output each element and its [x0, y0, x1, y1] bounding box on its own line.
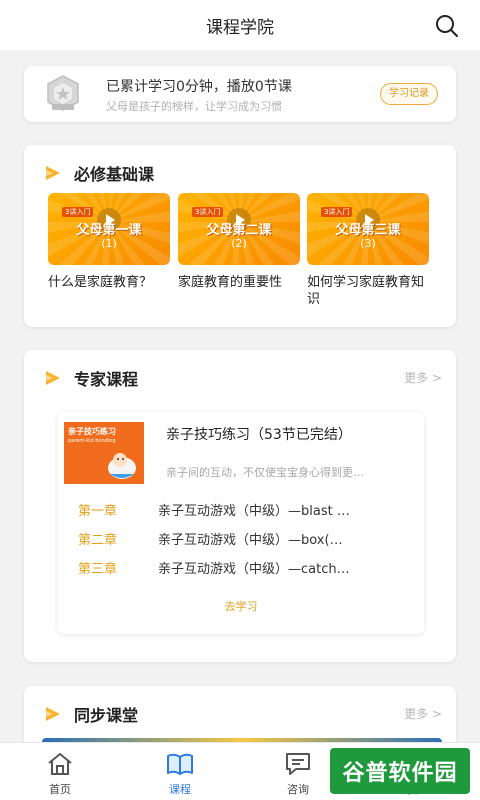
course-title: 亲子技巧练习（53节已完结） — [166, 427, 352, 443]
tab-home[interactable]: 首页 — [20, 751, 100, 797]
tab-label: 课程 — [169, 783, 191, 796]
course-thumbnail-2[interactable]: 3讲入门 父母第二课 (2) — [178, 193, 300, 265]
cover-title: 亲子技巧练习 — [68, 427, 116, 436]
book-icon — [167, 753, 193, 775]
expert-courses-section: 专家课程 更多 > 亲子技巧练习 parent-kid bonding 亲子技巧… — [24, 350, 456, 662]
course-description: 亲子间的互动，不仅使宝宝身心得到更… — [166, 466, 364, 479]
section-title: 专家课程 — [74, 370, 139, 389]
play-bookmark-icon — [46, 166, 60, 180]
medal-icon — [47, 75, 79, 111]
course-thumbnail-3[interactable]: 3讲入门 父母第三课 (3) — [307, 193, 429, 265]
study-motto: 父母是孩子的榜样，让学习成为习惯 — [106, 100, 282, 113]
tab-label: 首页 — [49, 783, 71, 796]
study-summary: 已累计学习0分钟，播放0节课 — [106, 79, 292, 95]
cover-number: (1) — [101, 237, 117, 250]
cover-subtitle: parent-kid bonding — [68, 438, 116, 444]
tab-consult[interactable]: 咨询 — [258, 751, 338, 797]
course-label-3[interactable]: 如何学习家庭教育知识 — [307, 274, 429, 308]
search-icon[interactable] — [434, 13, 460, 39]
study-stats-card: 已累计学习0分钟，播放0节课 父母是孩子的榜样，让学习成为习惯 学习记录 — [24, 66, 456, 122]
tab-courses[interactable]: 课程 — [140, 751, 220, 797]
more-link[interactable]: 更多 > — [404, 369, 442, 386]
section-header: 同步课堂 — [44, 702, 138, 726]
course-label-2[interactable]: 家庭教育的重要性 — [178, 274, 300, 291]
baby-illustration-icon — [108, 453, 136, 479]
course-tag: 3讲入门 — [62, 207, 94, 217]
basic-courses-section: 必修基础课 3讲入门 父母第一课 (1) 什么是家庭教育？ 3讲入门 父母第二课… — [24, 145, 456, 327]
cover-title: 父母第二课 — [206, 223, 272, 238]
study-record-button[interactable]: 学习记录 — [380, 83, 438, 105]
cover-title: 父母第三课 — [335, 223, 401, 238]
go-study-button[interactable]: 去学习 — [58, 598, 424, 614]
chat-icon — [286, 753, 310, 775]
section-title: 同步课堂 — [74, 706, 139, 725]
cover-number: (3) — [360, 237, 376, 250]
more-link[interactable]: 更多 > — [404, 705, 442, 722]
chapter-title: 亲子互动游戏（中级）—blast … — [158, 504, 350, 519]
chapter-number: 第二章 — [78, 533, 118, 548]
expert-course-card[interactable]: 亲子技巧练习 parent-kid bonding 亲子技巧练习（53节已完结）… — [58, 412, 424, 634]
play-bookmark-icon — [46, 707, 60, 721]
course-tag: 3讲入门 — [192, 207, 224, 217]
course-label-1[interactable]: 什么是家庭教育？ — [48, 274, 170, 291]
section-title: 必修基础课 — [74, 165, 155, 184]
cover-title: 父母第一课 — [76, 223, 142, 238]
tab-label: 咨询 — [287, 783, 309, 796]
page-title: 课程学院 — [206, 17, 274, 38]
course-thumbnail-1[interactable]: 3讲入门 父母第一课 (1) — [48, 193, 170, 265]
chapter-title: 亲子互动游戏（中级）—box(… — [158, 533, 343, 548]
chapter-number: 第三章 — [78, 562, 118, 577]
chapter-number: 第一章 — [78, 504, 118, 519]
watermark-logo: 谷普软件园 — [330, 748, 470, 794]
course-tag: 3讲入门 — [321, 207, 353, 217]
home-icon — [48, 753, 72, 775]
section-header: 专家课程 — [44, 366, 138, 390]
section-header: 必修基础课 — [44, 161, 154, 185]
chapter-title: 亲子互动游戏（中级）—catch… — [158, 562, 350, 577]
play-bookmark-icon — [46, 371, 60, 385]
top-bar: 课程学院 — [0, 0, 480, 50]
cover-number: (2) — [231, 237, 247, 250]
course-cover[interactable]: 亲子技巧练习 parent-kid bonding — [64, 422, 144, 484]
